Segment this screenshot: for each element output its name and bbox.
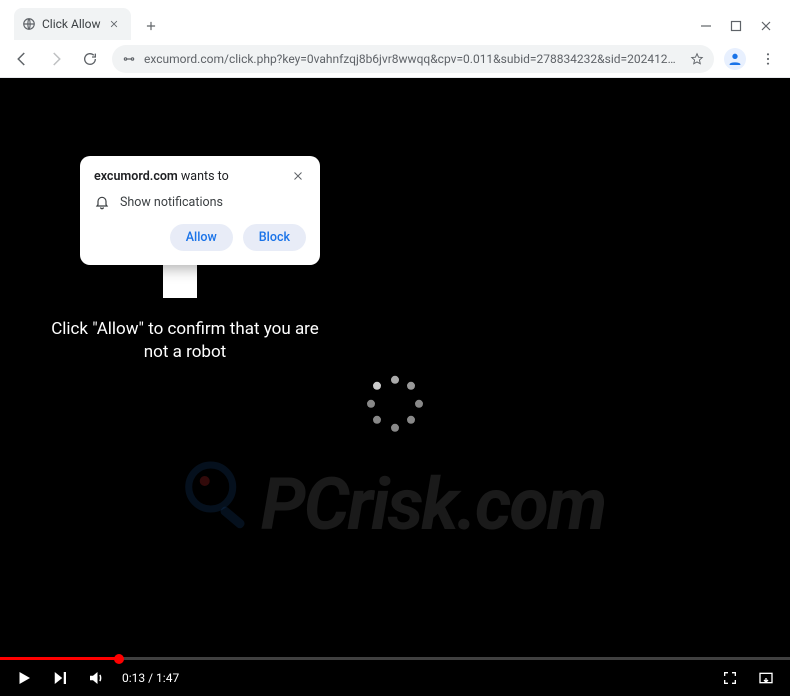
instruction-text: Click "Allow" to confirm that you are no… <box>40 318 330 364</box>
loading-spinner-icon <box>367 376 423 432</box>
play-icon[interactable] <box>14 668 34 688</box>
watermark-text: PCrisk.com <box>185 461 606 547</box>
fullscreen-icon[interactable] <box>720 668 740 688</box>
next-icon[interactable] <box>50 668 70 688</box>
url-text: excumord.com/click.php?key=0vahnfzqj8b6j… <box>144 52 682 66</box>
tab-title: Click Allow <box>42 17 101 31</box>
tab-close-icon[interactable] <box>107 17 121 31</box>
video-control-bar: 0:13 / 1:47 <box>0 660 790 696</box>
site-info-icon[interactable] <box>122 52 136 66</box>
maximize-icon[interactable] <box>730 20 742 32</box>
new-tab-button[interactable] <box>137 12 165 40</box>
video-time: 0:13 / 1:47 <box>122 671 179 685</box>
bell-icon <box>94 194 110 210</box>
browser-menu-button[interactable] <box>756 47 780 71</box>
window-controls <box>700 20 782 40</box>
page-content: excumord.com wants to Show notifications… <box>0 78 790 696</box>
allow-button[interactable]: Allow <box>170 224 233 251</box>
window-titlebar: Click Allow <box>0 0 790 40</box>
browser-toolbar: excumord.com/click.php?key=0vahnfzqj8b6j… <box>0 40 790 78</box>
block-button[interactable]: Block <box>243 224 306 251</box>
magnifier-icon <box>185 461 253 547</box>
notification-permission-prompt: excumord.com wants to Show notifications… <box>80 156 320 265</box>
popout-icon[interactable] <box>756 668 776 688</box>
bookmark-star-icon[interactable] <box>690 52 704 66</box>
volume-icon[interactable] <box>86 668 106 688</box>
back-button[interactable] <box>10 47 34 71</box>
permission-description: Show notifications <box>120 195 223 210</box>
browser-tab[interactable]: Click Allow <box>14 8 131 40</box>
reload-button[interactable] <box>78 47 102 71</box>
forward-button[interactable] <box>44 47 68 71</box>
address-bar[interactable]: excumord.com/click.php?key=0vahnfzqj8b6j… <box>112 45 714 73</box>
globe-icon <box>22 17 36 31</box>
permission-title: excumord.com wants to <box>94 169 229 184</box>
close-window-icon[interactable] <box>760 20 772 32</box>
permission-close-icon[interactable] <box>290 168 306 184</box>
minimize-icon[interactable] <box>700 20 712 32</box>
profile-avatar[interactable] <box>724 48 746 70</box>
